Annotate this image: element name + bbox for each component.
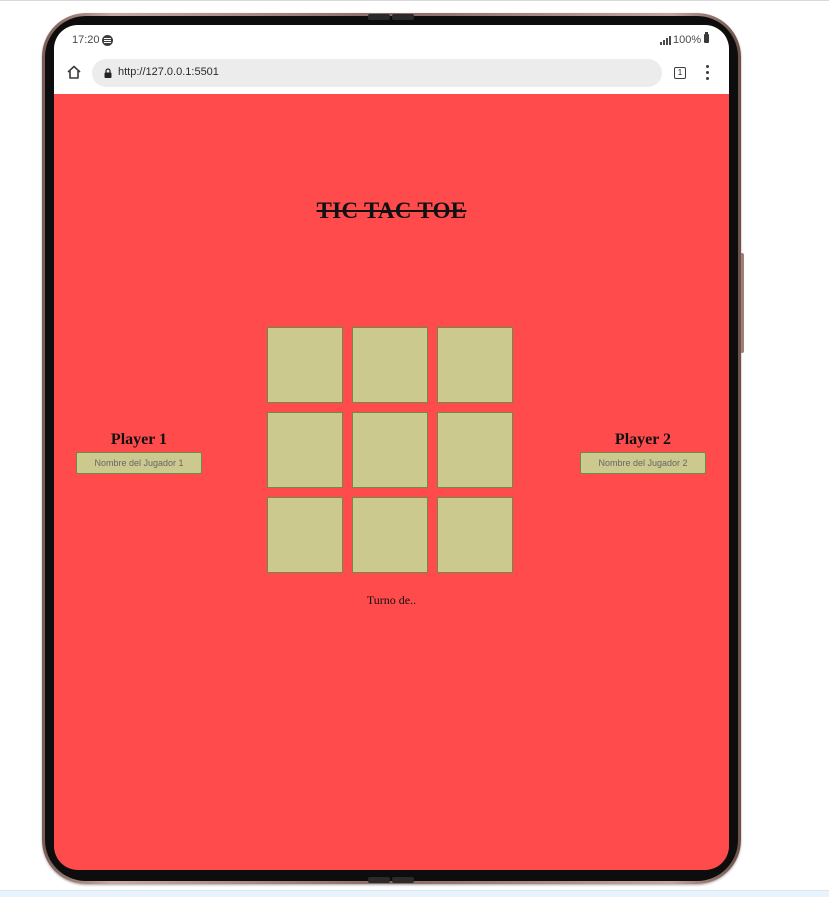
board-cell-4[interactable] xyxy=(267,412,343,488)
hinge-bottom-left xyxy=(368,877,390,883)
board-cell-9[interactable] xyxy=(437,497,513,573)
board-cell-5[interactable] xyxy=(352,412,428,488)
status-bar: 17:20 100% xyxy=(54,25,729,55)
board-cell-3[interactable] xyxy=(437,327,513,403)
page-title: TIC TAC TOE xyxy=(316,198,467,223)
spotify-icon xyxy=(102,35,113,46)
browser-toolbar: http://127.0.0.1:5501 1 xyxy=(54,55,729,94)
top-divider xyxy=(0,0,829,1)
board-cell-6[interactable] xyxy=(437,412,513,488)
hinge-bottom-right xyxy=(392,877,414,883)
address-bar[interactable]: http://127.0.0.1:5501 xyxy=(92,59,662,87)
tabs-icon[interactable]: 1 xyxy=(674,67,686,79)
home-icon[interactable] xyxy=(66,64,82,80)
device-screen: 17:20 100% http://127.0.0.1:5501 1 TIC T… xyxy=(54,25,729,870)
board-cell-1[interactable] xyxy=(267,327,343,403)
hinge-top-right xyxy=(392,14,414,20)
player-1-name-input[interactable] xyxy=(76,452,202,474)
battery-percentage: 100% xyxy=(673,34,702,46)
player-2-label: Player 2 xyxy=(614,431,672,448)
url-text: http://127.0.0.1:5501 xyxy=(118,66,219,78)
hinge-top-left xyxy=(368,14,390,20)
player-2-name-input[interactable] xyxy=(580,452,706,474)
player-2-panel: Player 2 xyxy=(580,430,706,474)
battery-icon xyxy=(704,32,709,43)
status-time: 17:20 xyxy=(72,34,100,46)
board-cell-8[interactable] xyxy=(352,497,428,573)
turn-indicator: Turno de.. xyxy=(366,593,417,607)
board-cell-2[interactable] xyxy=(352,327,428,403)
menu-icon[interactable] xyxy=(706,65,710,81)
lock-icon xyxy=(104,68,112,78)
signal-icon xyxy=(660,36,671,45)
player-1-panel: Player 1 xyxy=(76,430,202,474)
tab-count: 1 xyxy=(677,68,683,77)
side-button xyxy=(741,253,744,353)
bottom-bar xyxy=(0,890,829,897)
player-1-label: Player 1 xyxy=(110,431,168,448)
board-cell-7[interactable] xyxy=(267,497,343,573)
